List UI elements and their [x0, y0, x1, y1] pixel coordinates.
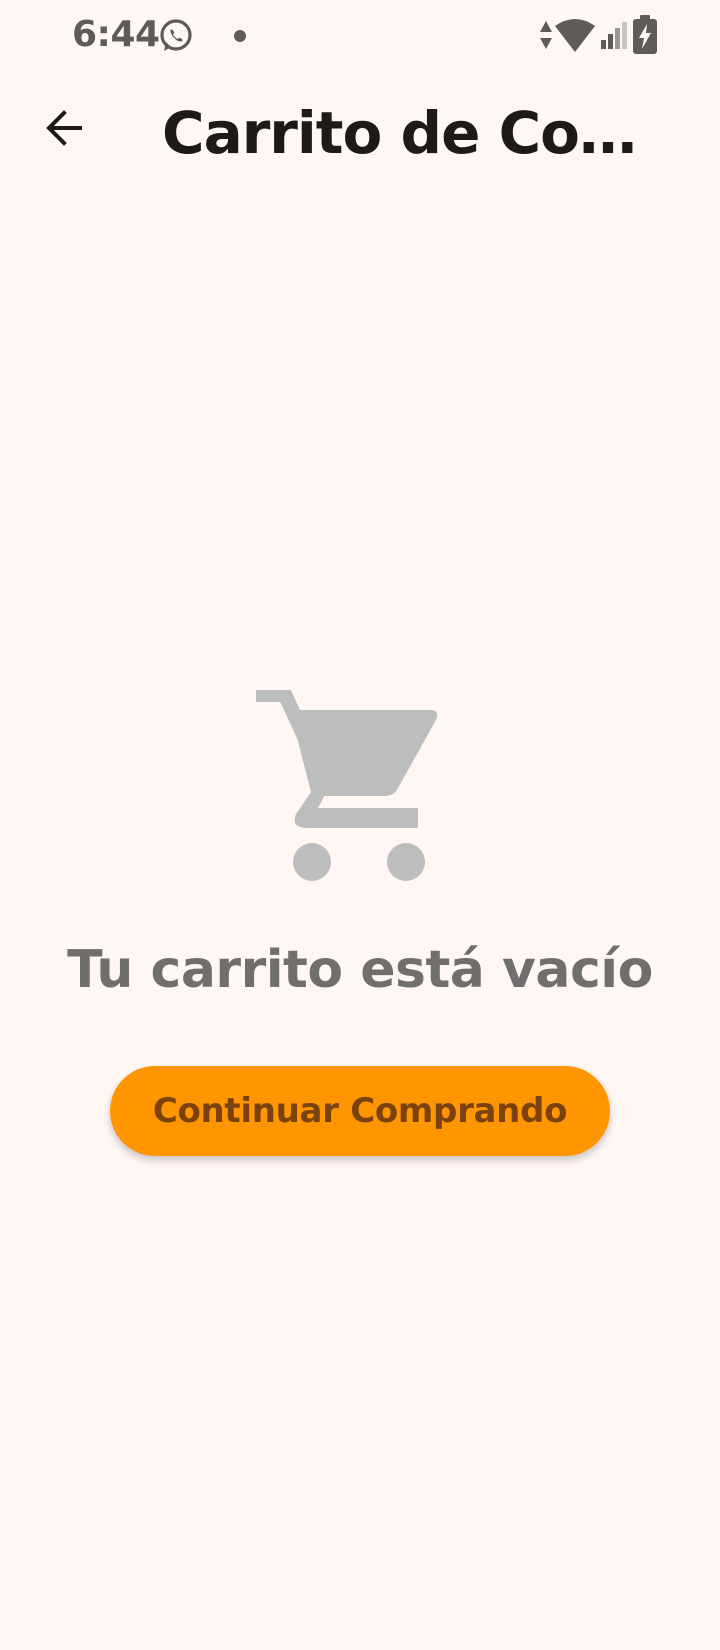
battery-charging-icon [632, 15, 658, 60]
wifi-icon [553, 18, 597, 59]
shopping-cart-icon [250, 684, 450, 890]
status-bar: 6:44 [0, 0, 720, 74]
whatsapp-icon [158, 18, 194, 59]
signal-icon [600, 20, 628, 55]
empty-cart-message: Tu carrito está vacío [67, 940, 653, 1000]
data-arrows-icon [538, 19, 554, 56]
arrow-back-icon [44, 108, 84, 153]
page-title: Carrito de Compras [162, 99, 682, 167]
continue-shopping-button[interactable]: Continuar Comprando [110, 1066, 610, 1156]
app-bar: Carrito de Compras [0, 74, 720, 188]
status-time: 6:44 [72, 14, 160, 55]
continue-shopping-label: Continuar Comprando [152, 1091, 568, 1131]
back-button[interactable] [28, 94, 100, 166]
notification-dot-icon [233, 29, 247, 48]
